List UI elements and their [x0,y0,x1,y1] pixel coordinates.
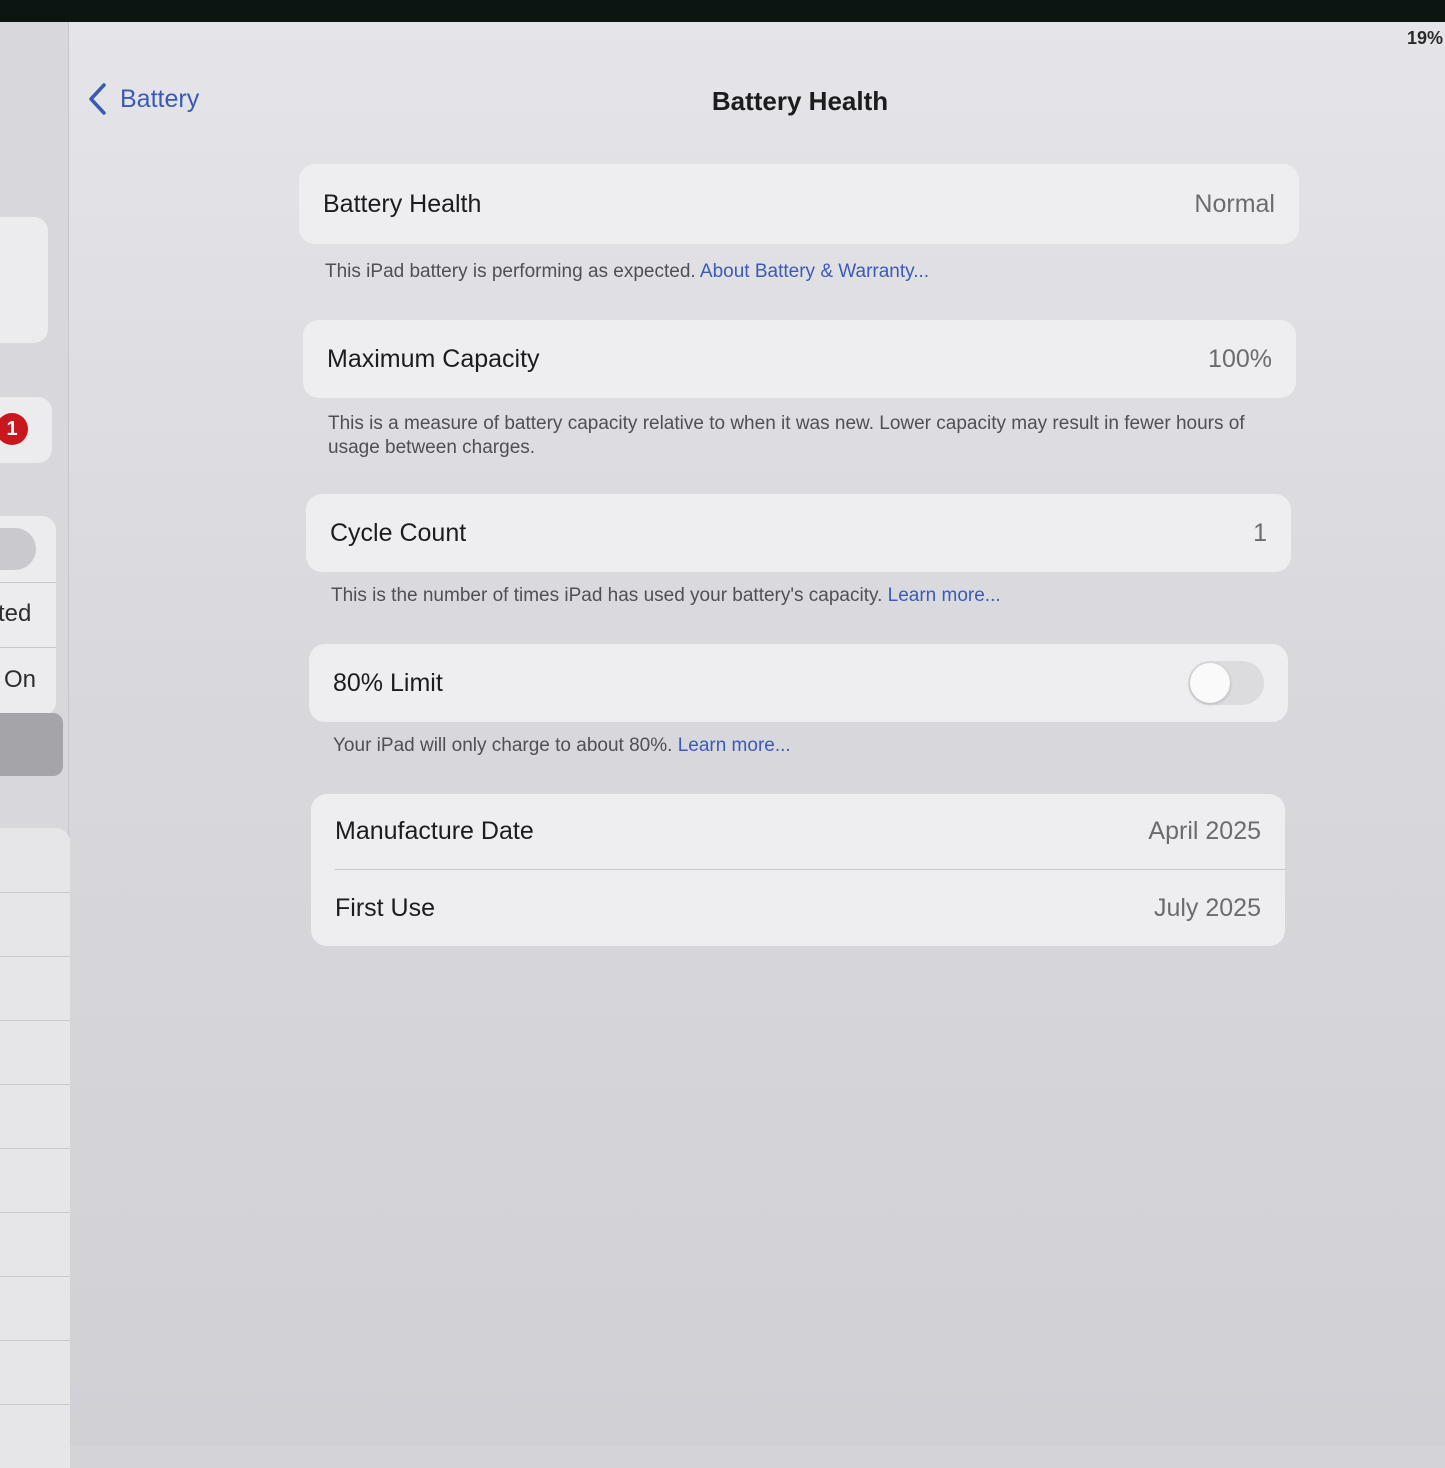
cycle-count-learn-more-link[interactable]: Learn more... [888,585,1001,606]
sidebar-item-text[interactable]: On [4,666,36,694]
first-use-row: First Use July 2025 [311,870,1285,946]
first-use-value: July 2025 [1153,893,1261,922]
manufacture-date-row: Manufacture Date April 2025 [311,794,1285,869]
about-battery-warranty-link[interactable]: About Battery & Warranty... [700,261,929,282]
chevron-left-icon [89,83,106,115]
sidebar-divider [0,1020,70,1021]
sidebar-divider [0,956,70,957]
limit-80-toggle[interactable] [1188,661,1264,705]
maximum-capacity-footer: This is a measure of battery capacity re… [328,413,1245,458]
battery-health-value: Normal [1194,189,1275,218]
limit-80-row: 80% Limit [309,644,1288,722]
sidebar-divider [0,582,56,583]
sidebar-divider [0,1212,70,1213]
toggle-knob [1190,663,1230,703]
settings-screen: 19% 1 ted On Battery Battery Health Batt… [0,22,1445,1468]
sidebar-item-battery-selected[interactable] [0,713,63,776]
maximum-capacity-label: Maximum Capacity [327,344,540,373]
footer-text: This is the number of times iPad has use… [331,585,888,606]
sidebar-divider [0,1276,70,1277]
sidebar-card[interactable] [0,217,48,343]
battery-percent: 19% [1406,28,1443,48]
sidebar-divider [0,1404,70,1405]
battery-health-footer: This iPad battery is performing as expec… [325,260,1285,284]
back-button-label: Battery [120,84,200,113]
cycle-count-footer: This is the number of times iPad has use… [331,584,1281,608]
cycle-count-row: Cycle Count 1 [306,494,1291,572]
manufacture-date-label: Manufacture Date [335,817,534,845]
device-bezel [0,0,1445,22]
cycle-count-label: Cycle Count [330,518,467,547]
cycle-count-value: 1 [1253,518,1267,547]
back-button[interactable]: Battery [86,82,199,116]
footer-text: Your iPad will only charge to about 80%. [333,735,678,756]
sidebar-divider [0,1148,70,1149]
battery-health-row: Battery Health Normal [299,164,1299,244]
sidebar-divider [0,892,70,893]
settings-sidebar: 1 ted On [0,22,70,1468]
limit-80-footer: Your iPad will only charge to about 80%.… [333,734,1283,758]
maximum-capacity-row: Maximum Capacity 100% [303,320,1296,398]
sidebar-divider [0,1084,70,1085]
sidebar-list [0,828,70,1468]
sidebar-divider [0,647,56,648]
first-use-label: First Use [335,893,435,922]
page-title: Battery Health [711,86,889,116]
limit-80-learn-more-link[interactable]: Learn more... [678,735,791,756]
sidebar-divider [0,1340,70,1341]
dates-group: Manufacture Date April 2025 First Use Ju… [311,794,1285,946]
limit-80-label: 80% Limit [333,668,443,697]
battery-health-label: Battery Health [323,189,482,218]
manufacture-date-value: April 2025 [1148,817,1261,845]
maximum-capacity-value: 100% [1208,344,1272,373]
footer-text: This iPad battery is performing as expec… [325,261,700,282]
sidebar-item-text[interactable]: ted [0,600,31,628]
